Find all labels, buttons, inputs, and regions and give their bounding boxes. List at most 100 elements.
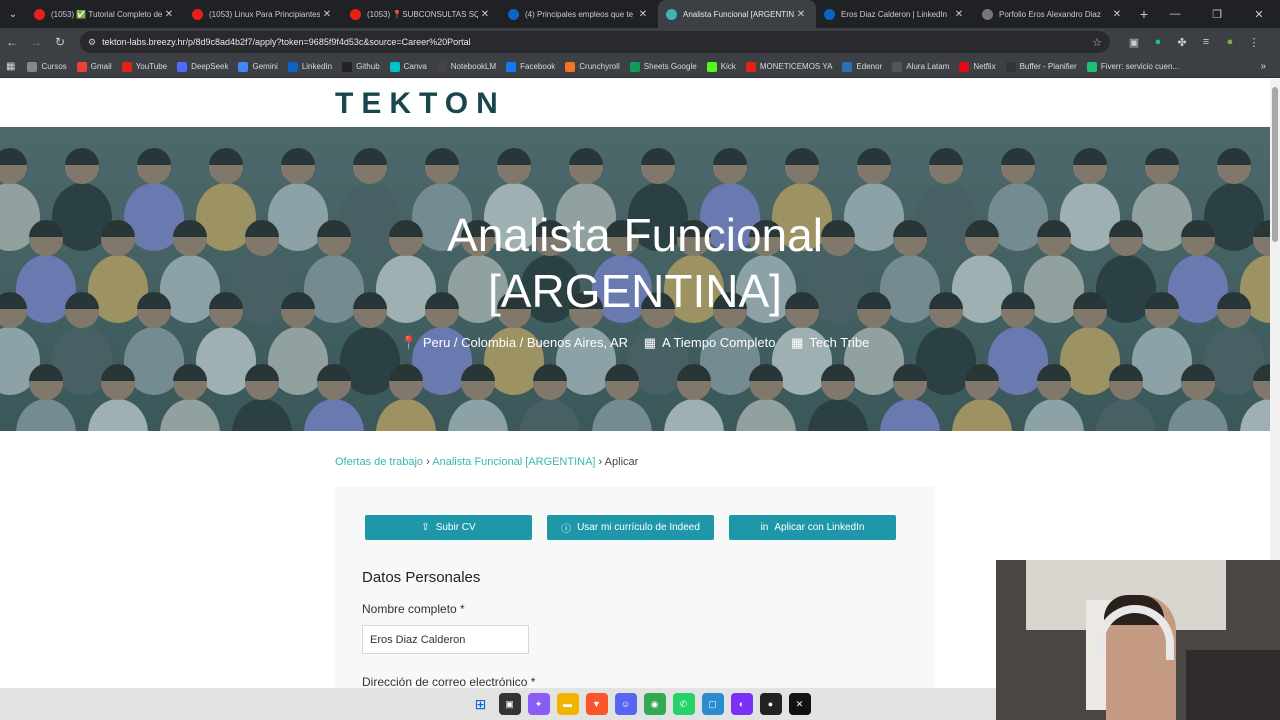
bookmark-item[interactable]: Alura Latam bbox=[892, 61, 950, 72]
chrome-icon[interactable]: ◉ bbox=[643, 693, 666, 715]
job-type: A Tiempo Completo bbox=[661, 335, 776, 350]
scrollbar-thumb[interactable] bbox=[1272, 87, 1278, 242]
bookmark-favicon-icon bbox=[892, 61, 903, 72]
tab-search-icon[interactable]: ⌄ bbox=[0, 0, 26, 28]
obs-icon[interactable]: ● bbox=[759, 693, 782, 715]
tab-close-icon[interactable]: ✕ bbox=[1110, 9, 1124, 20]
browser-tab[interactable]: (4) Principales empleos que te ✕ bbox=[500, 0, 658, 28]
bookmark-item[interactable]: NotebookLM bbox=[436, 61, 496, 72]
app-icon-2[interactable]: ◐ bbox=[730, 693, 753, 715]
bookmark-favicon-icon bbox=[436, 61, 447, 72]
bookmarks-bar: ▦ Cursos Gmail YouTube DeepSeek Gemini Linked… bbox=[0, 56, 1280, 78]
tab-close-icon[interactable]: ✕ bbox=[636, 9, 650, 20]
bookmark-item[interactable]: Facebook bbox=[506, 61, 555, 72]
bookmark-item[interactable]: Crunchyroll bbox=[565, 61, 620, 72]
profile-avatar-icon[interactable]: ● bbox=[1218, 36, 1242, 49]
bookmark-item[interactable]: Edenor bbox=[842, 61, 882, 72]
browser-tab[interactable]: Eros Diaz Calderon | LinkedIn ✕ bbox=[816, 0, 974, 28]
extension-icon[interactable]: ▣ bbox=[1122, 36, 1146, 49]
browser-tab[interactable]: (1053) Linux Para Principiantes ✕ bbox=[184, 0, 342, 28]
webcam-overlay bbox=[996, 560, 1280, 720]
tab-close-icon[interactable]: ✕ bbox=[478, 9, 492, 20]
tab-close-icon[interactable]: ✕ bbox=[952, 9, 966, 20]
tab-close-icon[interactable]: ✕ bbox=[162, 9, 176, 20]
bookmark-item[interactable]: Gmail bbox=[76, 61, 112, 72]
bookmark-label: LinkedIn bbox=[301, 62, 333, 71]
tab-title: Eros Diaz Calderon | LinkedIn bbox=[841, 9, 948, 19]
close-window-icon[interactable]: ✕ bbox=[1238, 0, 1280, 28]
building-icon: ▦ bbox=[643, 335, 656, 350]
bookmark-label: MONETICEMOS YA bbox=[759, 62, 833, 71]
file-explorer-icon[interactable]: ▬ bbox=[556, 693, 579, 715]
tab-list: (1053) ✅ Tutorial Completo de ✕ (1053) Lin… bbox=[26, 0, 1132, 28]
bookmark-star-icon[interactable]: ☆ bbox=[1092, 36, 1102, 49]
back-icon[interactable]: ← bbox=[0, 35, 24, 49]
maximize-icon[interactable]: ❐ bbox=[1196, 0, 1238, 28]
bookmark-item[interactable]: Canva bbox=[389, 61, 427, 72]
upload-cv-label: Subir CV bbox=[435, 522, 476, 533]
grammarly-icon[interactable]: ● bbox=[1146, 36, 1170, 49]
minimize-icon[interactable]: — bbox=[1154, 0, 1196, 28]
breadcrumb-jobs-link[interactable]: Ofertas de trabajo bbox=[335, 456, 423, 468]
media-icon[interactable]: ≡ bbox=[1194, 36, 1218, 49]
indeed-resume-button[interactable]: ⓘ Usar mi currículo de Indeed bbox=[547, 515, 714, 540]
breadcrumb: Ofertas de trabajo › Analista Funcional … bbox=[335, 456, 638, 468]
bookmark-item[interactable]: Sheets Google bbox=[629, 61, 697, 72]
browser-tab[interactable]: (1053) ✅ Tutorial Completo de ✕ bbox=[26, 0, 184, 28]
site-info-icon[interactable]: ⚙ bbox=[88, 37, 96, 48]
start-icon[interactable]: ⊞ bbox=[470, 693, 492, 715]
breadcrumb-job-link[interactable]: Analista Funcional [ARGENTINA] bbox=[432, 456, 595, 468]
address-bar[interactable]: ⚙ tekton-labs.breezy.hr/p/8d9c8ad4b2f7/a… bbox=[80, 31, 1110, 53]
bookmark-favicon-icon bbox=[706, 61, 717, 72]
bookmark-item[interactable]: Gemini bbox=[238, 61, 278, 72]
name-label: Nombre completo * bbox=[362, 602, 465, 616]
app-icon[interactable]: ▢ bbox=[701, 693, 724, 715]
bookmark-item[interactable]: MONETICEMOS YA bbox=[745, 61, 833, 72]
indeed-label: Usar mi currículo de Indeed bbox=[577, 522, 700, 533]
tab-close-icon[interactable]: ✕ bbox=[320, 9, 334, 20]
bookmark-item[interactable]: Github bbox=[342, 61, 380, 72]
copilot-icon[interactable]: ✦ bbox=[527, 693, 550, 715]
bookmark-item[interactable]: Buffer - Planifier bbox=[1005, 61, 1077, 72]
extensions-puzzle-icon[interactable]: ✤ bbox=[1170, 36, 1194, 49]
brave-icon[interactable]: ▼ bbox=[585, 693, 608, 715]
whatsapp-icon[interactable]: ✆ bbox=[672, 693, 695, 715]
apply-linkedin-button[interactable]: in Aplicar con LinkedIn bbox=[729, 515, 896, 540]
full-name-input[interactable]: Eros Diaz Calderon bbox=[362, 625, 529, 654]
tab-favicon-icon bbox=[824, 8, 835, 20]
bookmark-item[interactable]: DeepSeek bbox=[177, 61, 228, 72]
upload-cv-button[interactable]: ⇪ Subir CV bbox=[365, 515, 532, 540]
forward-icon[interactable]: → bbox=[24, 35, 48, 49]
tab-title: (1053) Linux Para Principiantes bbox=[209, 9, 320, 19]
extension-icons: ▣ ● ✤ ≡ ● ⋮ bbox=[1122, 36, 1266, 49]
tab-favicon-icon bbox=[508, 8, 519, 20]
task-view-icon[interactable]: ▣ bbox=[498, 693, 521, 715]
bookmark-label: Cursos bbox=[41, 62, 67, 71]
bookmark-favicon-icon bbox=[121, 61, 132, 72]
browser-tab[interactable]: (1053) 📍SUBCONSULTAS SQL ✕ bbox=[342, 0, 500, 28]
capcut-icon[interactable]: ✕ bbox=[788, 693, 811, 715]
discord-icon[interactable]: ☺ bbox=[614, 693, 637, 715]
browser-tab[interactable]: Porfolio Eros Alexandro Diaz ✕ bbox=[974, 0, 1132, 28]
bookmark-item[interactable]: Kick bbox=[706, 61, 736, 72]
tab-title: Porfolio Eros Alexandro Diaz bbox=[999, 9, 1101, 19]
bookmark-item[interactable]: Cursos bbox=[27, 61, 67, 72]
bookmark-item[interactable]: Fiverr: servicio cuen... bbox=[1086, 61, 1179, 72]
bookmarks-overflow-icon[interactable]: » bbox=[1260, 61, 1266, 72]
bookmark-label: YouTube bbox=[135, 62, 168, 71]
tab-close-icon[interactable]: ✕ bbox=[794, 9, 808, 20]
bookmark-item[interactable]: YouTube bbox=[121, 61, 168, 72]
menu-kebab-icon[interactable]: ⋮ bbox=[1242, 36, 1266, 49]
bookmark-favicon-icon bbox=[287, 61, 298, 72]
linkedin-label: Aplicar con LinkedIn bbox=[774, 522, 865, 533]
tekton-logo[interactable]: TEKTON bbox=[335, 87, 506, 121]
browser-tab[interactable]: Analista Funcional [ARGENTINA] ✕ bbox=[658, 0, 816, 28]
bookmark-item[interactable]: LinkedIn bbox=[287, 61, 333, 72]
breadcrumb-current: Aplicar bbox=[604, 456, 639, 468]
bookmark-label: Alura Latam bbox=[906, 62, 950, 71]
apps-grid-icon[interactable]: ▦ bbox=[6, 61, 15, 72]
reload-icon[interactable]: ↻ bbox=[48, 35, 72, 49]
bookmark-favicon-icon bbox=[27, 61, 38, 72]
bookmark-item[interactable]: Netflix bbox=[959, 61, 996, 72]
new-tab-icon[interactable]: + bbox=[1132, 6, 1156, 22]
